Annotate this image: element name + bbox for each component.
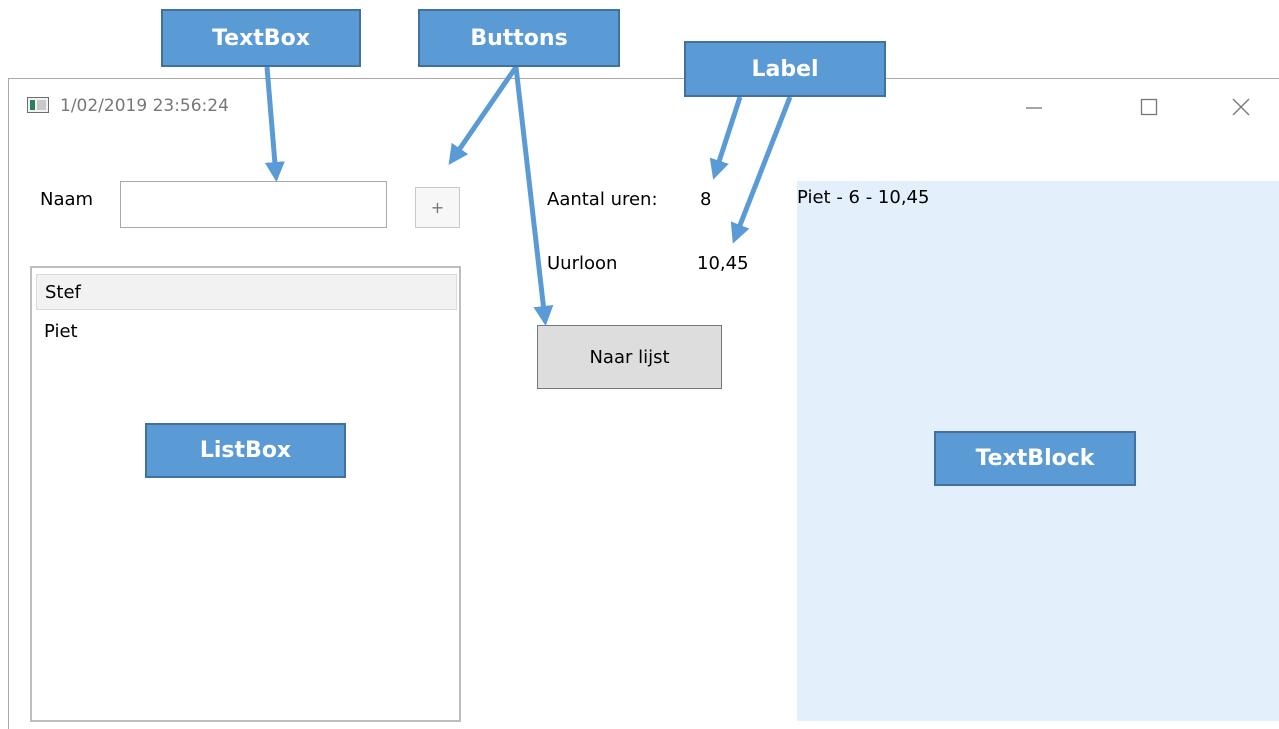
- naam-label: Naam: [40, 189, 94, 210]
- list-item[interactable]: Stef: [36, 274, 457, 310]
- add-button[interactable]: +: [415, 187, 460, 228]
- maximize-icon: [1140, 98, 1158, 116]
- uurloon-value: 10,45: [697, 253, 749, 274]
- edge-marker: [2, 371, 8, 389]
- close-button[interactable]: [1218, 92, 1264, 122]
- aantal-uren-label: Aantal uren:: [547, 189, 658, 210]
- callout-textbox: TextBox: [161, 9, 361, 67]
- callout-label: Label: [684, 41, 886, 97]
- close-icon: [1232, 98, 1250, 116]
- maximize-button[interactable]: [1126, 92, 1172, 122]
- minimize-button[interactable]: [1011, 92, 1057, 122]
- minimize-icon: [1026, 107, 1042, 109]
- naam-textbox[interactable]: [120, 181, 387, 228]
- app-icon: [27, 97, 49, 113]
- window-title: 1/02/2019 23:56:24: [60, 96, 229, 116]
- callout-buttons: Buttons: [418, 9, 620, 67]
- names-listbox[interactable]: Stef Piet: [30, 266, 461, 722]
- callout-textblock: TextBlock: [934, 431, 1136, 486]
- list-item[interactable]: Piet: [36, 314, 457, 350]
- naar-lijst-button[interactable]: Naar lijst: [537, 325, 722, 389]
- uurloon-label: Uurloon: [547, 253, 618, 274]
- callout-listbox: ListBox: [145, 423, 346, 478]
- aantal-uren-value: 8: [700, 189, 712, 210]
- textblock-text: Piet - 6 - 10,45: [797, 187, 930, 208]
